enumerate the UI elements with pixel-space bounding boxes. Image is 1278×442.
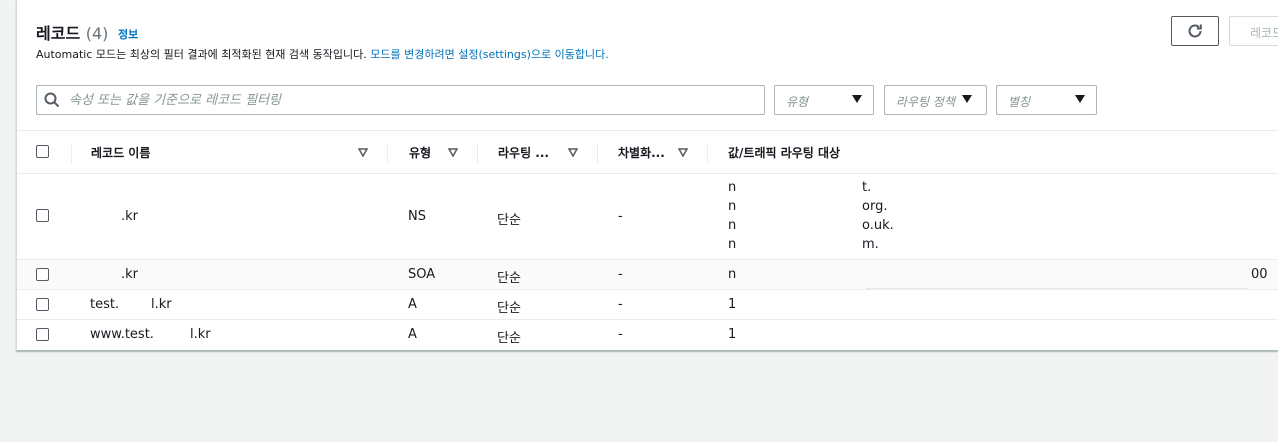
refresh-icon	[1188, 24, 1202, 38]
record-value-line: n	[728, 267, 737, 282]
create-record-button[interactable]: 레코드 생성	[1229, 16, 1278, 46]
table-row[interactable]: test. l.kr A 단순 - 1	[17, 290, 1278, 320]
caret-down-icon	[962, 95, 972, 103]
record-type: SOA	[408, 267, 436, 282]
record-type: NS	[408, 209, 426, 224]
type-filter-select[interactable]: 유형	[774, 85, 874, 115]
table-row[interactable]: www.test. l.kr A 단순 - 1	[17, 320, 1278, 350]
sort-icon[interactable]	[358, 148, 368, 157]
caret-down-icon	[1075, 95, 1085, 103]
col-header-value: 값/트래픽 라우팅 대상	[728, 145, 841, 160]
record-name[interactable]: l.kr	[190, 327, 211, 342]
column-divider	[597, 143, 598, 163]
record-value-tail: o.uk.	[862, 218, 894, 233]
row-checkbox[interactable]	[36, 209, 49, 222]
settings-link[interactable]: 모드를 변경하려면 설정(settings)으로 이동합니다.	[370, 48, 608, 61]
record-routing: 단순	[497, 331, 521, 346]
record-differentiator: -	[618, 327, 623, 342]
record-differentiator: -	[618, 297, 623, 312]
record-routing: 단순	[497, 271, 521, 286]
row-checkbox[interactable]	[36, 268, 49, 281]
info-link[interactable]: 정보	[118, 26, 138, 42]
sort-icon[interactable]	[568, 148, 578, 157]
record-name[interactable]: l.kr	[151, 297, 172, 312]
records-panel: 레코드 (4) 정보 Automatic 모드는 최상의 필터 결과에 최적화된…	[16, 0, 1278, 351]
record-type: A	[408, 327, 417, 342]
record-value-tail: org.	[862, 199, 888, 214]
column-divider	[387, 143, 388, 163]
routing-policy-filter-label: 라우팅 정책	[896, 95, 956, 109]
sort-icon[interactable]	[448, 148, 458, 157]
record-name[interactable]: .kr	[121, 267, 138, 282]
row-checkbox[interactable]	[36, 298, 49, 311]
record-name-prefix[interactable]: www.test.	[90, 327, 154, 342]
type-filter-label: 유형	[786, 95, 809, 109]
record-value-tail: 00	[1251, 267, 1268, 282]
routing-policy-filter-select[interactable]: 라우팅 정책	[884, 85, 987, 115]
alias-filter-select[interactable]: 별칭	[996, 85, 1097, 115]
record-differentiator: -	[618, 209, 623, 224]
record-name[interactable]: .kr	[121, 209, 138, 224]
record-value-tail: t.	[862, 180, 872, 195]
record-value-line: n	[728, 218, 737, 233]
alias-filter-label: 별칭	[1008, 95, 1031, 109]
search-icon	[44, 92, 60, 108]
table-row[interactable]: .kr NS 단순 - n n n n t. org. o.uk. m.	[17, 174, 1278, 260]
table-header: 레코드 이름 유형 라우팅 ... 차별화... 값/트래픽 라우팅 대상	[17, 130, 1278, 174]
refresh-button[interactable]	[1171, 16, 1219, 46]
col-header-record-name[interactable]: 레코드 이름	[91, 131, 150, 173]
table-row[interactable]: .kr SOA 단순 - n 00	[17, 260, 1278, 290]
col-header-type[interactable]: 유형	[409, 131, 431, 173]
records-title: 레코드	[36, 24, 81, 43]
record-routing: 단순	[497, 213, 521, 228]
col-header-differentiator[interactable]: 차별화...	[618, 131, 665, 173]
record-routing: 단순	[497, 301, 521, 316]
record-value-line: n	[728, 180, 737, 195]
record-value-line: 1	[728, 327, 737, 342]
col-header-routing[interactable]: 라우팅 ...	[498, 131, 549, 173]
record-name-prefix[interactable]: test.	[90, 297, 119, 312]
description-text: Automatic 모드는 최상의 필터 결과에 최적화된 현재 검색 동작입니…	[36, 48, 371, 61]
select-all-checkbox[interactable]	[36, 145, 49, 158]
mode-description: Automatic 모드는 최상의 필터 결과에 최적화된 현재 검색 동작입니…	[36, 46, 609, 62]
column-divider	[707, 143, 708, 163]
record-value-line: 1	[728, 297, 737, 312]
record-value-tail: m.	[862, 237, 879, 252]
record-differentiator: -	[618, 267, 623, 282]
redacted-value	[867, 288, 1247, 289]
row-checkbox[interactable]	[36, 328, 49, 341]
records-table: 레코드 이름 유형 라우팅 ... 차별화... 값/트래픽 라우팅 대상 .k…	[17, 130, 1278, 350]
record-value-line: n	[728, 199, 737, 214]
search-input[interactable]	[69, 86, 749, 114]
records-count: (4)	[85, 24, 109, 43]
search-box[interactable]	[36, 85, 765, 115]
record-type: A	[408, 297, 417, 312]
column-divider	[71, 143, 72, 163]
caret-down-icon	[852, 95, 862, 103]
sort-icon[interactable]	[678, 148, 688, 157]
record-value-line: n	[728, 237, 737, 252]
column-divider	[477, 143, 478, 163]
page-title: 레코드 (4)	[36, 20, 108, 44]
